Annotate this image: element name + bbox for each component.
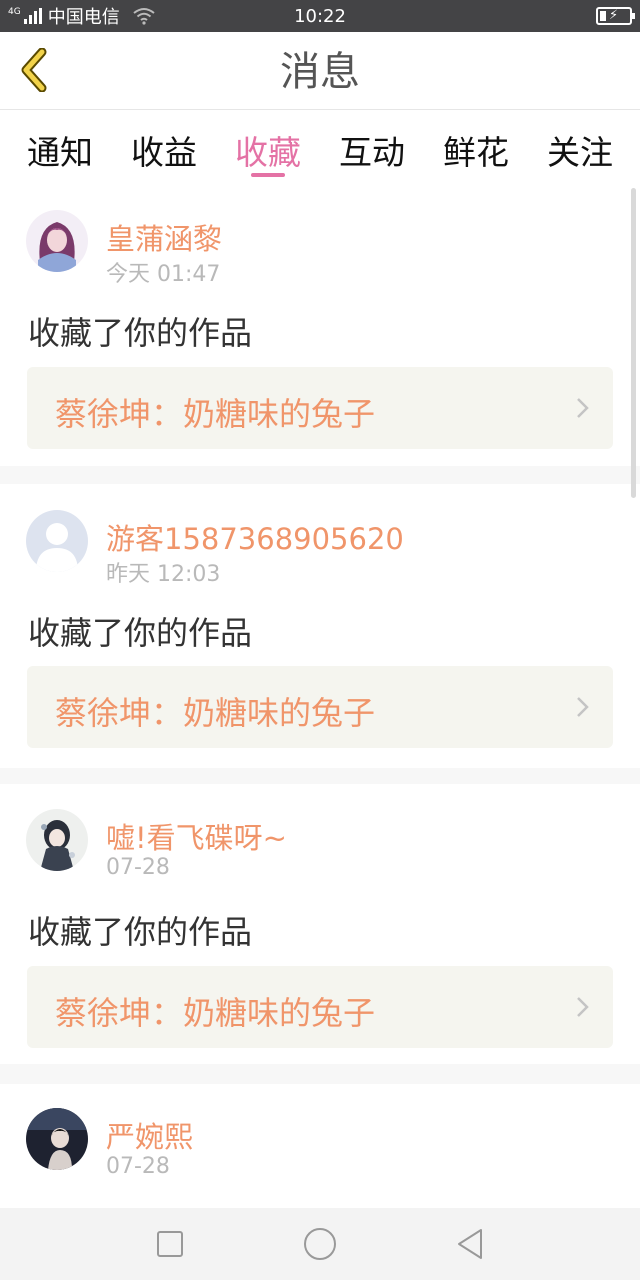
message-card: 严婉熙 07-28 bbox=[0, 1084, 640, 1208]
carrier-name: 中国电信 bbox=[47, 7, 120, 28]
tab-label: 收益 bbox=[131, 133, 197, 172]
work-link[interactable]: 蔡徐坤：奶糖味的兔子 bbox=[27, 966, 613, 1048]
tab-follows[interactable]: 关注 bbox=[547, 110, 613, 182]
tab-earnings[interactable]: 收益 bbox=[131, 110, 197, 182]
action-text: 收藏了你的作品 bbox=[28, 314, 253, 352]
signal-icon: 4G bbox=[8, 8, 42, 24]
user-name[interactable]: 游客1587368905620 bbox=[106, 516, 404, 558]
home-button[interactable] bbox=[290, 1214, 350, 1274]
network-type: 4G bbox=[8, 7, 21, 17]
tab-favorites[interactable]: 收藏 bbox=[235, 110, 301, 182]
avatar[interactable] bbox=[26, 809, 88, 871]
message-card: 皇蒲涵黎 今天 01:47 收藏了你的作品 蔡徐坤：奶糖味的兔子 bbox=[0, 186, 640, 466]
timestamp: 今天 01:47 bbox=[106, 262, 221, 287]
nav-back-button[interactable] bbox=[440, 1214, 500, 1274]
tab-label: 鲜花 bbox=[443, 133, 509, 172]
tab-label: 互动 bbox=[339, 133, 405, 172]
user-name[interactable]: 嘘!看飞碟呀~ bbox=[106, 815, 287, 857]
tab-interactions[interactable]: 互动 bbox=[339, 110, 405, 182]
message-card: 游客1587368905620 昨天 12:03 收藏了你的作品 蔡徐坤：奶糖味… bbox=[0, 484, 640, 768]
action-text: 收藏了你的作品 bbox=[28, 614, 253, 652]
avatar[interactable] bbox=[26, 510, 88, 572]
chevron-right-icon bbox=[577, 997, 589, 1017]
scrollbar[interactable] bbox=[631, 188, 636, 498]
avatar[interactable] bbox=[26, 1108, 88, 1170]
chevron-right-icon bbox=[577, 398, 589, 418]
tab-label: 通知 bbox=[27, 133, 93, 172]
home-icon bbox=[304, 1228, 336, 1260]
work-title: 蔡徐坤：奶糖味的兔子 bbox=[55, 395, 376, 433]
system-nav-bar bbox=[0, 1208, 640, 1280]
user-name[interactable]: 严婉熙 bbox=[106, 1114, 193, 1156]
tab-bar: 通知 收益 收藏 互动 鲜花 关注 bbox=[0, 110, 640, 182]
timestamp: 07-28 bbox=[106, 855, 170, 880]
tab-flowers[interactable]: 鲜花 bbox=[443, 110, 509, 182]
wifi-icon bbox=[133, 8, 155, 25]
status-left: 4G 中国电信 bbox=[8, 3, 156, 29]
message-list[interactable]: 皇蒲涵黎 今天 01:47 收藏了你的作品 蔡徐坤：奶糖味的兔子 游客15873… bbox=[0, 186, 640, 1208]
avatar[interactable] bbox=[26, 210, 88, 272]
status-bar: 4G 中国电信 10:22 ⚡ bbox=[0, 0, 640, 32]
tab-label: 关注 bbox=[547, 133, 613, 172]
timestamp: 07-28 bbox=[106, 1154, 170, 1179]
battery-charging-icon: ⚡ bbox=[596, 7, 635, 25]
back-icon bbox=[458, 1229, 482, 1259]
tab-notifications[interactable]: 通知 bbox=[27, 110, 93, 182]
tab-label: 收藏 bbox=[235, 133, 301, 172]
action-text: 收藏了你的作品 bbox=[28, 913, 253, 951]
work-title: 蔡徐坤：奶糖味的兔子 bbox=[55, 694, 376, 732]
message-card: 嘘!看飞碟呀~ 07-28 收藏了你的作品 蔡徐坤：奶糖味的兔子 bbox=[0, 784, 640, 1064]
chevron-right-icon bbox=[577, 697, 589, 717]
work-link[interactable]: 蔡徐坤：奶糖味的兔子 bbox=[27, 367, 613, 449]
timestamp: 昨天 12:03 bbox=[106, 562, 221, 587]
page-title: 消息 bbox=[280, 49, 360, 95]
work-title: 蔡徐坤：奶糖味的兔子 bbox=[55, 994, 376, 1032]
recent-apps-button[interactable] bbox=[140, 1214, 200, 1274]
work-link[interactable]: 蔡徐坤：奶糖味的兔子 bbox=[27, 666, 613, 748]
header: 消息 bbox=[0, 32, 640, 110]
recent-apps-icon bbox=[157, 1231, 183, 1257]
user-name[interactable]: 皇蒲涵黎 bbox=[106, 216, 222, 258]
active-tab-indicator bbox=[251, 173, 285, 177]
